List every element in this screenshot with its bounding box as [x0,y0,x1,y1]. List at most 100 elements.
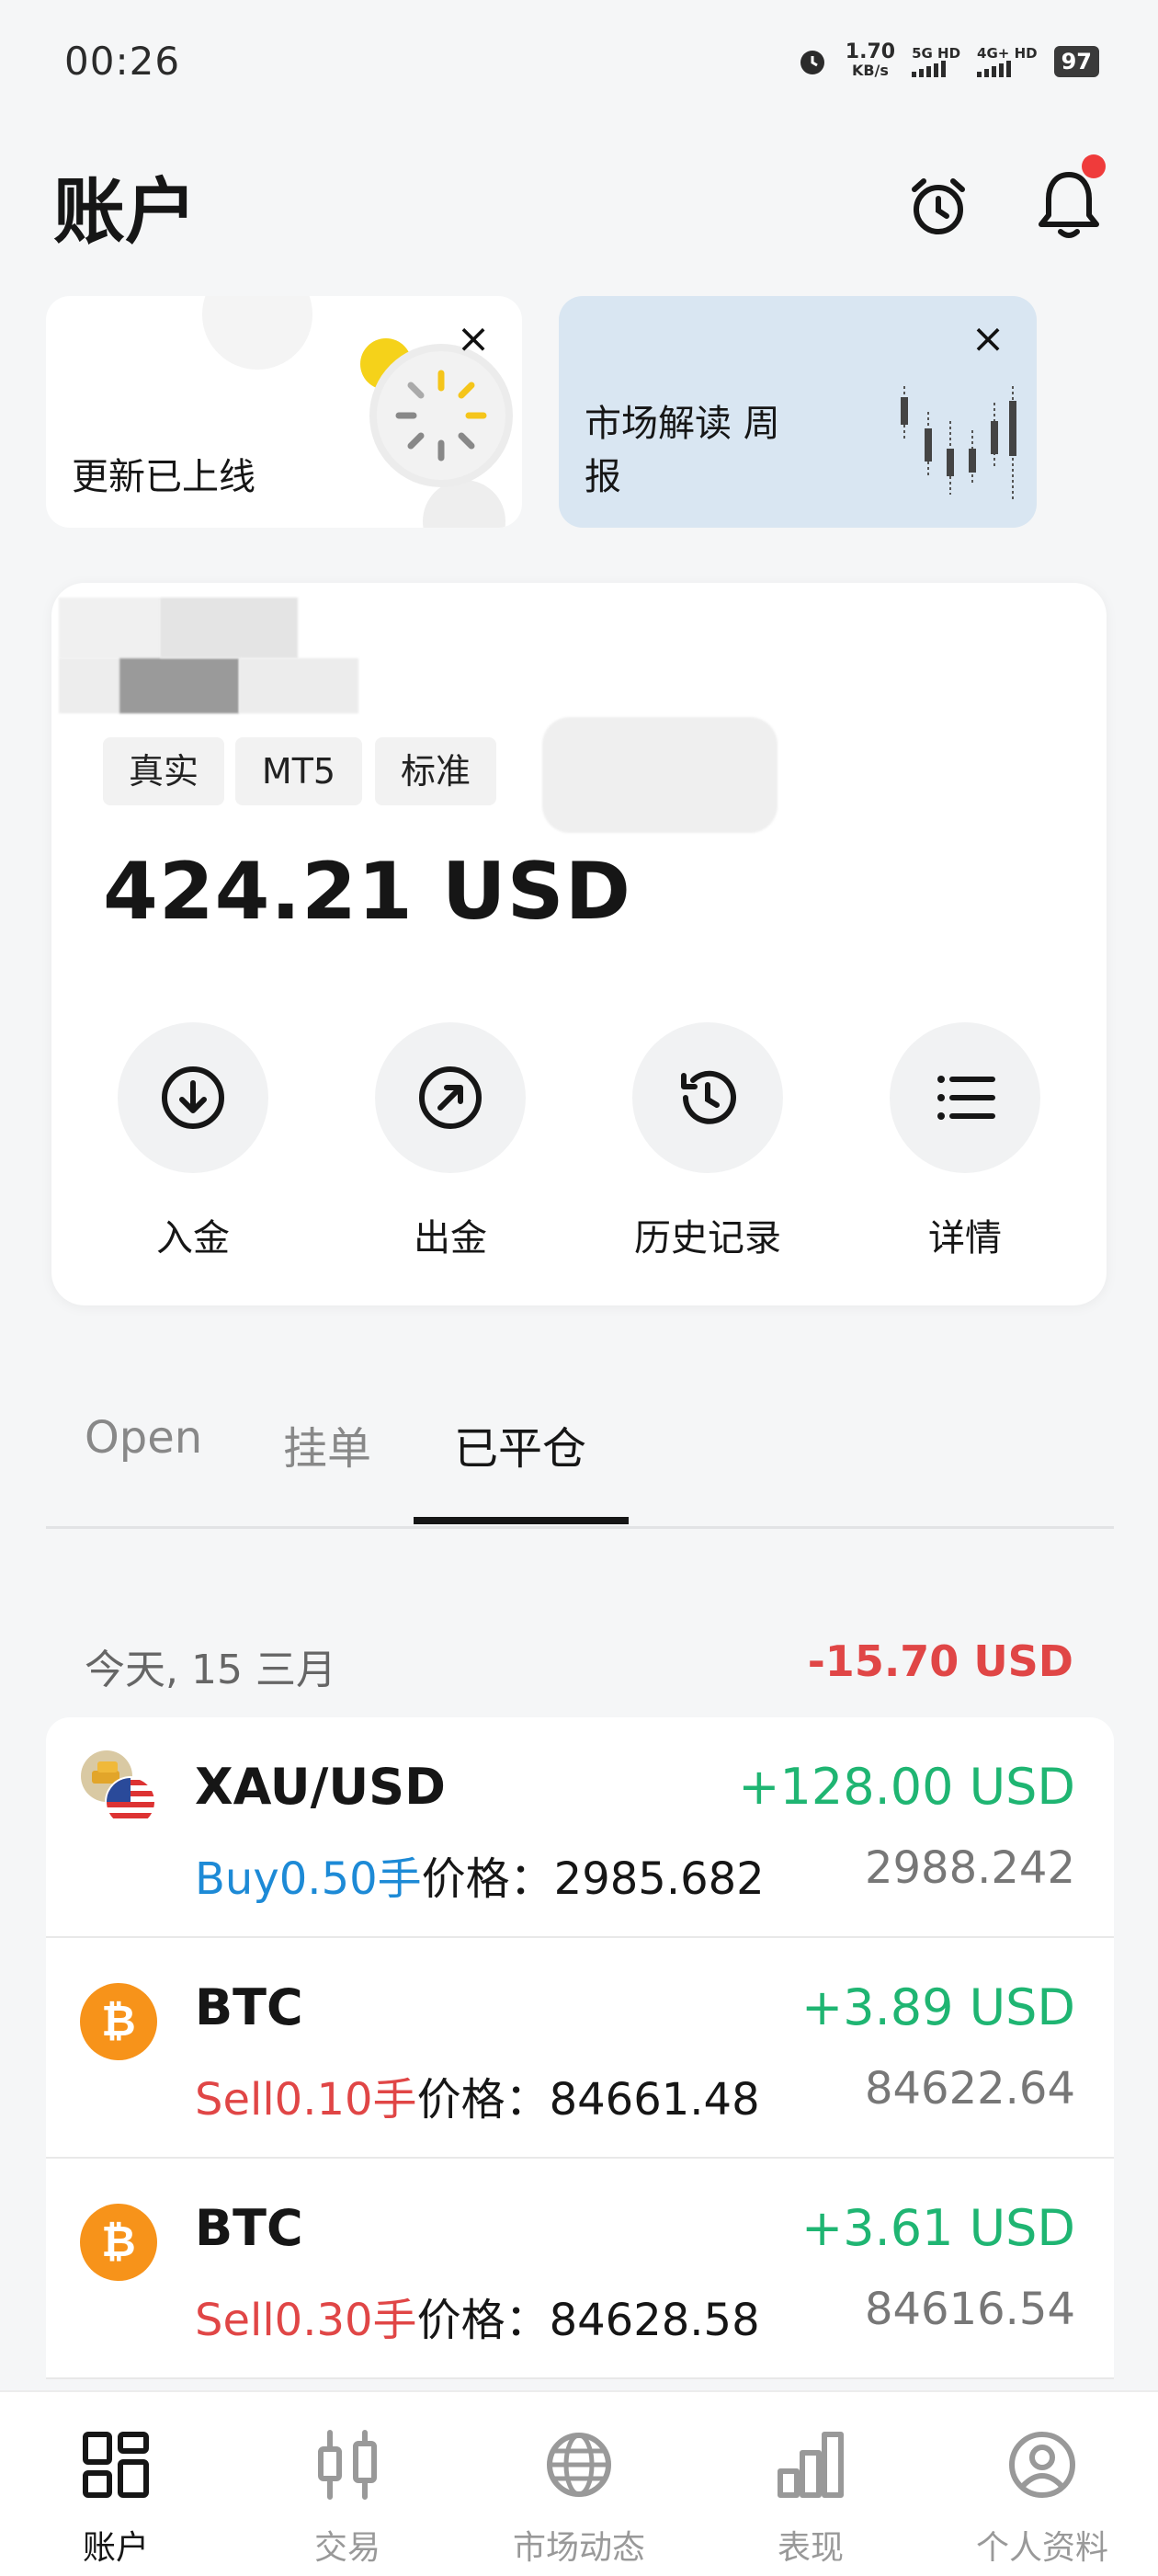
positions-tabs: Open 挂单 已平仓 [46,1412,1114,1529]
history-label: 历史记录 [634,1217,781,1260]
trade-detail: Buy0.50手价格：2985.682 [195,1842,765,1907]
close-price: 84616.54 [864,2284,1075,2335]
bitcoin-icon: ₿ [80,1983,157,2060]
bell-icon [1039,172,1099,238]
update-banner-text: 更新已上线 [72,456,255,498]
candlestick-chart-icon [901,386,1016,500]
withdraw-icon [419,1066,482,1129]
active-tab-indicator [414,1517,629,1524]
candlestick-icon [318,2430,377,2500]
trade-lots-unit: 手 [372,2295,417,2346]
redacted-account-name [119,658,239,713]
page-title: 账户 [53,171,198,254]
deposit-button[interactable]: 入金 [101,1022,285,1261]
dashboard-icon [83,2432,149,2498]
redacted-account-name [59,598,160,658]
sim2-label: 4G+ HD [977,45,1038,62]
nav-account[interactable]: 账户 [0,2392,232,2576]
withdraw-label: 出金 [414,1217,487,1260]
nav-market-news-label: 市场动态 [512,2529,645,2567]
nav-performance-label: 表现 [777,2529,844,2567]
nav-profile[interactable]: 个人资料 [926,2392,1158,2576]
platform-tag: MT5 [235,737,362,805]
open-price: 84661.48 [549,2074,760,2126]
bottom-navigation: 账户 交易 市场动态 表现 个人资料 [0,2390,1158,2576]
alarm-clock-icon [912,178,965,234]
weekly-banner-line1: 市场解读 周 [585,403,780,445]
trade-pnl: +3.61 USD [800,2199,1075,2257]
weekly-banner-line2: 报 [585,456,621,498]
trade-lots-unit: 手 [372,2074,417,2126]
account-class-tag: 标准 [375,737,496,805]
signal-bars-icon [977,61,1012,77]
withdraw-button[interactable]: 出金 [358,1022,542,1261]
close-icon[interactable]: × [454,319,493,359]
notification-dot [1082,154,1106,178]
trade-symbol: BTC [195,2199,303,2257]
price-label: 价格： [416,2074,550,2126]
battery-indicator: 97 [1053,46,1099,77]
price-label: 价格： [416,2295,550,2346]
nav-profile-label: 个人资料 [975,2529,1108,2567]
trade-symbol: XAU/USD [195,1758,446,1816]
price-alert-button[interactable] [905,173,971,239]
trade-lots: 0.30 [274,2295,373,2346]
open-price: 84628.58 [549,2295,760,2346]
notifications-button[interactable] [1034,154,1106,241]
speed-value: 1.70 [845,40,896,63]
user-circle-icon [1009,2432,1075,2498]
trade-side: Sell [195,2295,275,2346]
account-balance: 424.21 USD [103,846,631,938]
update-banner[interactable]: 更新已上线 × [46,296,522,528]
alarm-status-icon [800,51,824,74]
nav-trade[interactable]: 交易 [232,2392,463,2576]
trade-pnl: +3.89 USD [800,1978,1075,2036]
svg-text:₿: ₿ [101,1996,136,2046]
trade-lots: 0.50 [278,1853,378,1905]
trade-detail: Sell0.10手价格：84661.48 [195,2063,760,2127]
status-icons: 1.70 KB/s 5G HD 4G+ HD 97 [796,40,1099,83]
svg-text:₿: ₿ [101,2217,136,2266]
closed-trade-row[interactable]: ₿ BTC +3.89 USD Sell0.10手价格：84661.48 846… [46,1938,1114,2159]
trade-side: Sell [195,2074,275,2126]
list-icon [937,1076,995,1120]
history-button[interactable]: 历史记录 [616,1022,800,1261]
trade-lots-unit: 手 [377,1853,422,1905]
signal-bars-icon [912,61,947,77]
close-icon[interactable]: × [969,319,1007,359]
sim1-label: 5G HD [912,45,961,62]
trade-pnl: +128.00 USD [738,1758,1075,1816]
details-button[interactable]: 详情 [873,1022,1057,1261]
tab-pending[interactable]: 挂单 [283,1412,371,1476]
nav-market-news[interactable]: 市场动态 [463,2392,695,2576]
redacted-account-number [542,717,778,833]
sim2-signal: 4G+ HD [977,46,1038,77]
globe-icon [547,2433,611,2497]
history-icon [681,1070,736,1124]
status-time: 00:26 [64,39,181,84]
weekly-banner-text: 市场解读 周 报 [585,397,780,504]
tab-closed[interactable]: 已平仓 [454,1412,586,1476]
nav-performance[interactable]: 表现 [695,2392,926,2576]
closed-trade-row[interactable]: ₿ BTC +3.61 USD Sell0.30手价格：84628.58 846… [46,2159,1114,2379]
tab-open[interactable]: Open [85,1412,202,1464]
gold-usd-icon [81,1750,156,1828]
nav-account-label: 账户 [82,2529,149,2567]
close-price: 2988.242 [864,1842,1075,1894]
price-label: 价格： [421,1853,554,1905]
account-type-tag: 真实 [103,737,224,805]
bar-chart-icon [778,2432,844,2498]
speed-unit: KB/s [851,62,889,79]
nav-trade-label: 交易 [313,2529,380,2567]
trade-side: Buy [195,1853,279,1905]
closed-trade-row[interactable]: XAU/USD +128.00 USD Buy0.50手价格：2985.682 … [46,1717,1114,1938]
trade-symbol: BTC [195,1978,303,2036]
deposit-label: 入金 [156,1217,230,1260]
weekly-analysis-banner[interactable]: 市场解读 周 报 × [559,296,1037,528]
network-speed: 1.70 KB/s [845,40,896,80]
trade-lots: 0.10 [274,2074,373,2126]
date-group-total: -15.70 USD [807,1636,1073,1686]
redacted-account-name [160,598,298,658]
redacted-account-name [59,658,119,713]
close-price: 84622.64 [864,2063,1075,2114]
